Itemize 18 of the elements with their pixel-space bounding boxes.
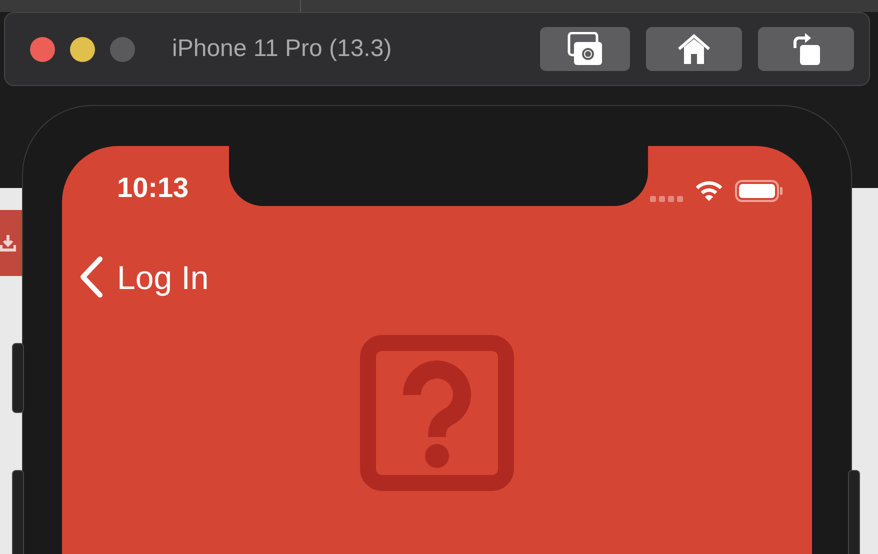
rotate-icon (791, 32, 821, 66)
rotate-button[interactable] (758, 27, 854, 71)
home-icon (677, 33, 711, 65)
minimize-button[interactable] (70, 36, 95, 62)
download-icon (0, 233, 16, 253)
close-button[interactable] (30, 36, 55, 62)
sidebar-tab[interactable] (0, 210, 22, 276)
camera-icon (567, 32, 603, 66)
question-mark-icon (360, 335, 514, 491)
chevron-left-icon (78, 256, 104, 298)
screenshot-button[interactable] (540, 27, 630, 71)
battery-icon (735, 180, 783, 202)
status-time: 10:13 (117, 174, 189, 202)
window-title: iPhone 11 Pro (13.3) (172, 34, 392, 64)
signal-icon (650, 196, 686, 203)
home-button[interactable] (646, 27, 742, 71)
wifi-icon (695, 180, 723, 202)
back-button[interactable]: Log In (78, 256, 209, 298)
